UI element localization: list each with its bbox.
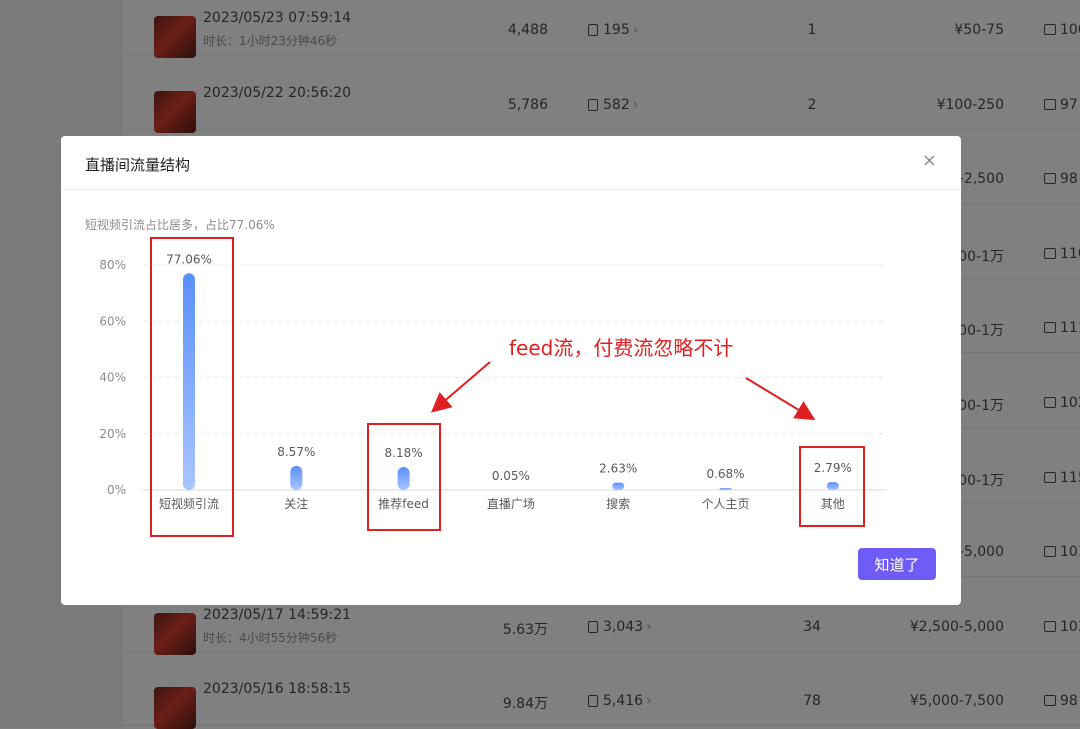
annotation-arrow-left	[430, 361, 491, 413]
annotation-arrows	[430, 361, 816, 421]
annotation-arrow-right	[745, 377, 816, 421]
